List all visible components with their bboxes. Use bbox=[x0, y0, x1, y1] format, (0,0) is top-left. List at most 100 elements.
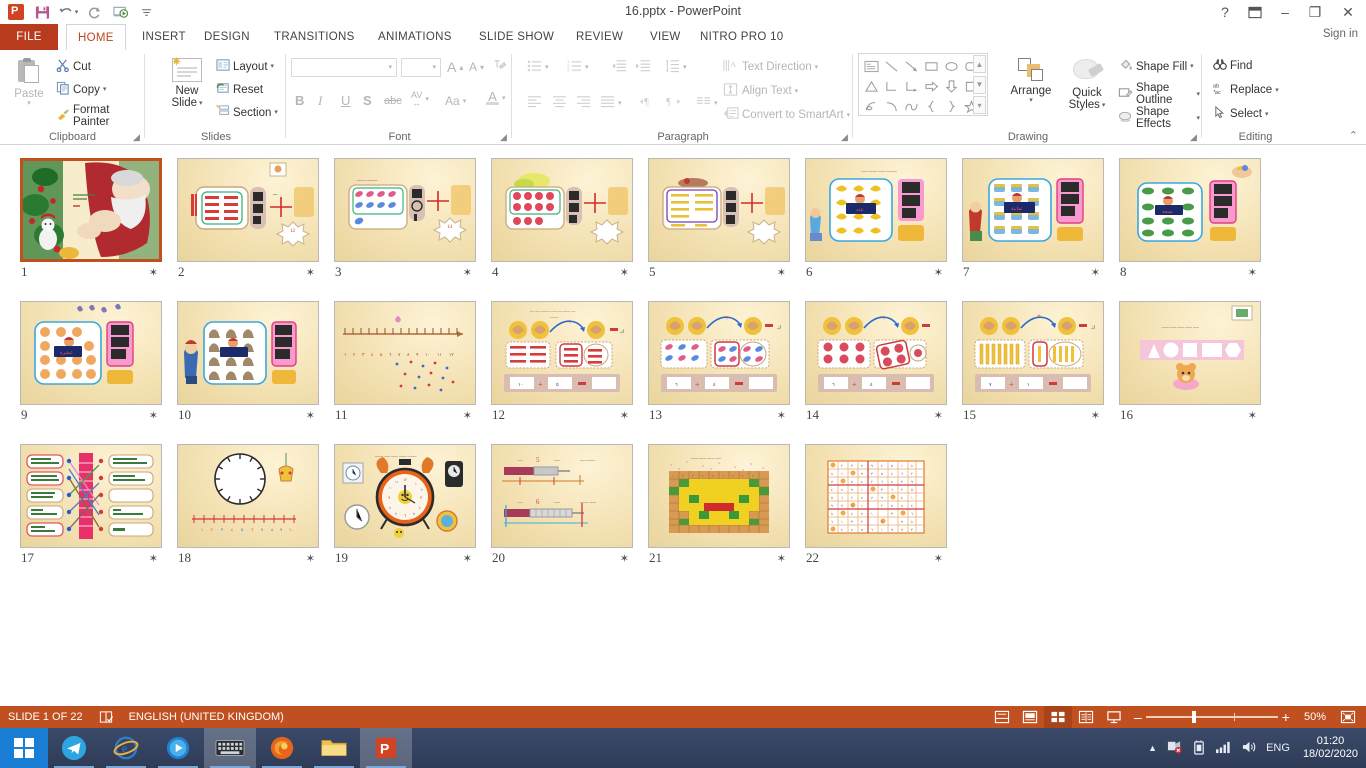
decrease-font-size-button[interactable]: A▾ bbox=[467, 59, 486, 75]
new-slide-button[interactable]: ✷ New Slide▾ bbox=[160, 58, 214, 109]
character-spacing-button[interactable]: AV ↔ ▾ bbox=[409, 90, 431, 108]
slide-thumbnail-1[interactable]: 1✶ bbox=[20, 158, 162, 280]
shape-elbow-connector-icon[interactable] bbox=[881, 76, 901, 96]
minimize-button[interactable]: – bbox=[1270, 0, 1300, 24]
network-error-icon[interactable] bbox=[1166, 739, 1183, 757]
slide-animation-star-9[interactable]: ✶ bbox=[149, 409, 158, 422]
slide-image-4[interactable] bbox=[491, 158, 633, 262]
tab-design[interactable]: DESIGN bbox=[193, 24, 261, 50]
taskbar-firefox-icon[interactable] bbox=[256, 728, 308, 768]
shape-rectangle-icon[interactable] bbox=[921, 56, 941, 76]
clipboard-dialog-launcher[interactable]: ◢ bbox=[133, 133, 142, 142]
new-slide-dropdown-caret[interactable]: ▾ bbox=[199, 100, 203, 107]
font-name-combobox[interactable]: ▾ bbox=[291, 58, 397, 77]
slide-animation-star-3[interactable]: ✶ bbox=[463, 266, 472, 279]
slide-image-12[interactable]: ــــ ـــــــ ــــ ــــــ ــــــــ ـــــ … bbox=[491, 301, 633, 405]
shapes-gallery-more-button[interactable]: ▾ bbox=[973, 96, 986, 114]
slide-image-15[interactable]: + ك ٧ + ١ bbox=[962, 301, 1104, 405]
volume-icon[interactable] bbox=[1241, 740, 1257, 757]
close-button[interactable]: ✕ bbox=[1330, 0, 1366, 24]
slide-thumbnail-7[interactable]: ثمانية 7✶ bbox=[962, 158, 1104, 280]
increase-indent-button[interactable] bbox=[633, 58, 652, 77]
slide-image-22[interactable]: ٢٣٧٩٤٥١٨ ٨١٩٣٥٤٦٢ ٧٥٤٢٦٨٣٩ ٤٨٩١٣٦٢٥ ٥٦٢٨… bbox=[805, 444, 947, 548]
zoom-track[interactable] bbox=[1146, 716, 1278, 718]
shape-right-brace-icon[interactable] bbox=[941, 96, 961, 116]
slide-image-10[interactable] bbox=[177, 301, 319, 405]
slide-thumbnail-6[interactable]: ـــــــــ ــــــ ــــــــ ـــــ عدد bbox=[805, 158, 947, 280]
language-indicator[interactable]: ENGLISH (UNITED KINGDOM) bbox=[121, 706, 292, 728]
reading-view-button[interactable] bbox=[1072, 706, 1100, 728]
tab-view[interactable]: VIEW bbox=[639, 24, 692, 50]
slide-animation-star-11[interactable]: ✶ bbox=[463, 409, 472, 422]
tab-home[interactable]: HOME bbox=[66, 24, 126, 51]
paste-button[interactable]: Paste ▾ bbox=[8, 58, 50, 107]
shape-scribble-icon[interactable] bbox=[861, 96, 881, 116]
slide-thumbnail-21[interactable]: ـــــ ــــــ ــــــ ــــــ ١٢٣٤٥٦٧٨٩ 21✶ bbox=[648, 444, 790, 566]
help-button[interactable]: ? bbox=[1210, 0, 1240, 24]
slide-animation-star-19[interactable]: ✶ bbox=[463, 552, 472, 565]
align-text-button[interactable]: Align Text ▾ bbox=[721, 81, 800, 101]
strikethrough-button[interactable]: abc bbox=[382, 94, 404, 108]
decrease-indent-button[interactable] bbox=[609, 58, 628, 77]
notes-button[interactable] bbox=[988, 706, 1016, 728]
columns-button[interactable]: ▾ bbox=[694, 94, 720, 112]
slide-thumbnail-12[interactable]: ــــ ـــــــ ــــ ــــــ ــــــــ ـــــ … bbox=[491, 301, 633, 423]
rtl-text-direction-button[interactable]: ¶ bbox=[637, 94, 658, 112]
convert-to-smartart-button[interactable]: Convert to SmartArt ▾ bbox=[721, 105, 852, 125]
shapes-scroll-up-button[interactable]: ▲ bbox=[973, 55, 986, 73]
zoom-slider[interactable]: – + bbox=[1128, 709, 1296, 725]
text-direction-button[interactable]: A Text Direction ▾ bbox=[721, 57, 820, 77]
shape-line-icon[interactable] bbox=[881, 56, 901, 76]
layout-dropdown-caret[interactable]: ▾ bbox=[271, 63, 275, 70]
taskbar-internet-explorer-icon[interactable]: e bbox=[100, 728, 152, 768]
slide-animation-star-16[interactable]: ✶ bbox=[1248, 409, 1257, 422]
slide-animation-star-6[interactable]: ✶ bbox=[934, 266, 943, 279]
slide-animation-star-2[interactable]: ✶ bbox=[306, 266, 315, 279]
slide-animation-star-15[interactable]: ✶ bbox=[1091, 409, 1100, 422]
paste-dropdown-caret[interactable]: ▾ bbox=[27, 100, 31, 107]
zoom-level-button[interactable]: 50% bbox=[1296, 706, 1334, 728]
slide-animation-star-13[interactable]: ✶ bbox=[777, 409, 786, 422]
align-center-button[interactable] bbox=[550, 94, 569, 112]
slide-image-16[interactable]: ـــــ ــــــ ــــــ ـــــ ــــــ bbox=[1119, 301, 1261, 405]
slide-thumbnail-10[interactable]: 10✶ bbox=[177, 301, 319, 423]
fit-slide-to-window-button[interactable] bbox=[1334, 706, 1362, 728]
device-icon[interactable] bbox=[1192, 739, 1206, 758]
slide-thumbnail-2[interactable]: ـــ 12 2✶ bbox=[177, 158, 319, 280]
taskbar-file-explorer-icon[interactable] bbox=[308, 728, 360, 768]
zoom-thumb[interactable] bbox=[1192, 711, 1196, 723]
find-button[interactable]: Find bbox=[1211, 57, 1254, 75]
signal-bars-icon[interactable] bbox=[1215, 740, 1232, 757]
slide-animation-star-14[interactable]: ✶ bbox=[934, 409, 943, 422]
slide-image-8[interactable]: تسعة bbox=[1119, 158, 1261, 262]
slide-thumbnail-11[interactable]: ١٢٣٤٥٦٧٨٩١٠١١١٢ 11✶ bbox=[334, 301, 476, 423]
slide-animation-star-4[interactable]: ✶ bbox=[620, 266, 629, 279]
slide-image-17[interactable] bbox=[20, 444, 162, 548]
zoom-out-button[interactable]: – bbox=[1134, 709, 1142, 725]
shape-down-arrow-icon[interactable] bbox=[941, 76, 961, 96]
slide-image-7[interactable]: ثمانية bbox=[962, 158, 1104, 262]
align-left-button[interactable] bbox=[525, 94, 544, 112]
justify-button[interactable]: ▾ bbox=[598, 94, 624, 112]
taskbar-powerpoint-icon[interactable]: P bbox=[360, 728, 412, 768]
slide-thumbnail-22[interactable]: ٢٣٧٩٤٥١٨ ٨١٩٣٥٤٦٢ ٧٥٤٢٦٨٣٩ ٤٨٩١٣٦٢٥ ٥٦٢٨… bbox=[805, 444, 947, 566]
tab-animations[interactable]: ANIMATIONS bbox=[367, 24, 463, 50]
slide-animation-star-8[interactable]: ✶ bbox=[1248, 266, 1257, 279]
shape-triangle-icon[interactable] bbox=[861, 76, 881, 96]
slide-thumbnail-20[interactable]: ـــــــ ـــــ ـــــ 5 ــــ ــــــ ــــــ… bbox=[491, 444, 633, 566]
slide-thumbnail-13[interactable]: + ك ٦ + ٤ bbox=[648, 301, 790, 423]
change-case-button[interactable]: Aa▾ bbox=[443, 93, 468, 109]
font-dialog-launcher[interactable]: ◢ bbox=[500, 133, 509, 142]
normal-view-button[interactable] bbox=[1016, 706, 1044, 728]
slide-thumbnail-14[interactable]: + ٦ + ٤ 14✶ bbox=[805, 301, 947, 423]
tab-insert[interactable]: INSERT bbox=[131, 24, 197, 50]
slide-image-9[interactable]: عشرة bbox=[20, 301, 162, 405]
slide-image-14[interactable]: + ٦ + ٤ bbox=[805, 301, 947, 405]
replace-button[interactable]: abac Replace ▾ bbox=[1211, 81, 1281, 99]
copy-dropdown-caret[interactable]: ▾ bbox=[103, 86, 107, 93]
tab-slide-show[interactable]: SLIDE SHOW bbox=[468, 24, 565, 50]
slide-animation-star-18[interactable]: ✶ bbox=[306, 552, 315, 565]
shape-effects-button[interactable]: Shape Effects ▾ bbox=[1116, 105, 1202, 131]
sign-in-link[interactable]: Sign in bbox=[1323, 28, 1358, 40]
paragraph-dialog-launcher[interactable]: ◢ bbox=[841, 133, 850, 142]
